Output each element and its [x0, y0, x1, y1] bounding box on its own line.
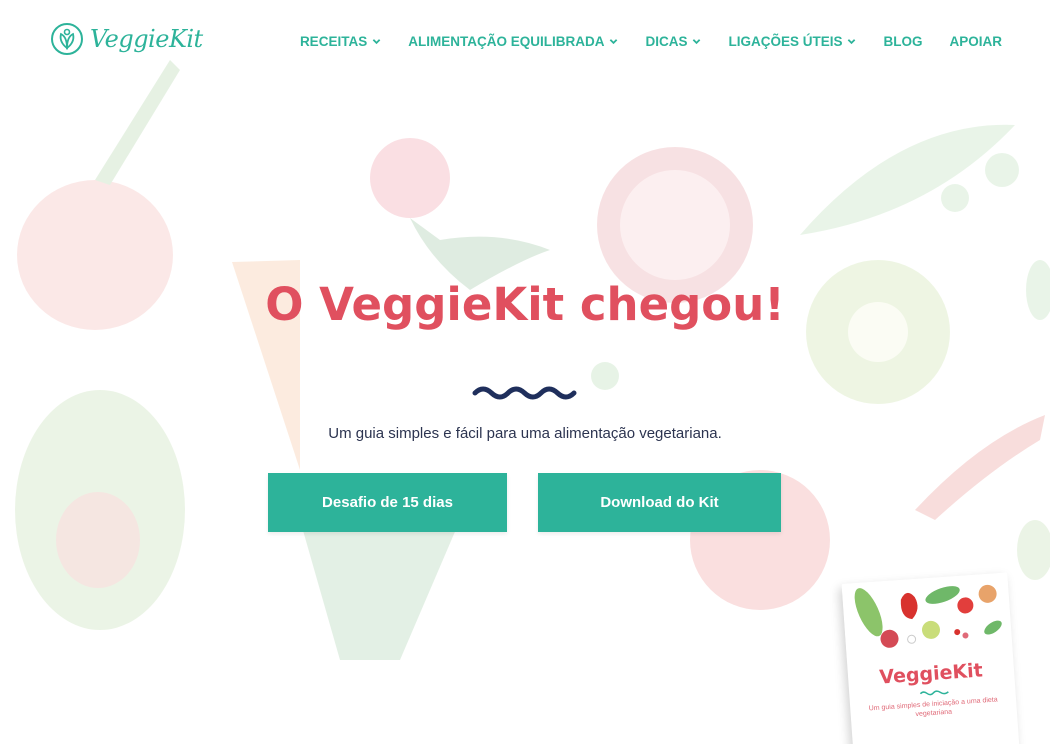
nav-item-receitas[interactable]: RECEITAS	[300, 34, 381, 49]
nav-item-label: LIGAÇÕES ÚTEIS	[728, 34, 843, 49]
wave-divider-icon	[472, 386, 577, 400]
book-vegetables-illustration	[841, 572, 1013, 659]
nav-item-blog[interactable]: BLOG	[883, 34, 922, 49]
nav-item-ligacoes[interactable]: LIGAÇÕES ÚTEIS	[728, 34, 856, 49]
chevron-down-icon	[693, 39, 701, 45]
logo-text: VeggieKit	[90, 25, 203, 53]
hero-subtitle: Um guia simples e fácil para uma aliment…	[328, 425, 722, 442]
nav-item-label: APOIAR	[949, 34, 1002, 49]
book-cover[interactable]: VeggieKit Um guia simples de iniciação a…	[841, 572, 1021, 744]
download-kit-button[interactable]: Download do Kit	[538, 473, 781, 532]
nav-item-dicas[interactable]: DICAS	[645, 34, 701, 49]
nav-item-apoiar[interactable]: APOIAR	[949, 34, 1002, 49]
chevron-down-icon	[848, 39, 856, 45]
nav-item-label: DICAS	[645, 34, 688, 49]
nav-item-alimentacao[interactable]: ALIMENTAÇÃO EQUILIBRADA	[408, 34, 618, 49]
book-subtitle: Um guia simples de iniciação a uma dieta…	[868, 696, 998, 719]
book-wave-icon	[919, 690, 949, 696]
book-title: VeggieKit	[878, 659, 984, 689]
challenge-button[interactable]: Desafio de 15 dias	[268, 473, 507, 532]
chevron-down-icon	[372, 39, 381, 45]
logo[interactable]: VeggieKit	[50, 22, 203, 56]
main-nav: RECEITAS ALIMENTAÇÃO EQUILIBRADA DICAS L…	[300, 34, 1002, 49]
chevron-down-icon	[610, 39, 618, 45]
nav-item-label: ALIMENTAÇÃO EQUILIBRADA	[408, 34, 605, 49]
veggie-plate-icon	[51, 23, 83, 55]
nav-item-label: BLOG	[883, 34, 923, 49]
page: VeggieKit RECEITAS ALIMENTAÇÃO EQUILIBRA…	[0, 0, 1050, 744]
hero-title: O VeggieKit chegou!	[265, 278, 785, 331]
nav-item-label: RECEITAS	[299, 34, 368, 49]
